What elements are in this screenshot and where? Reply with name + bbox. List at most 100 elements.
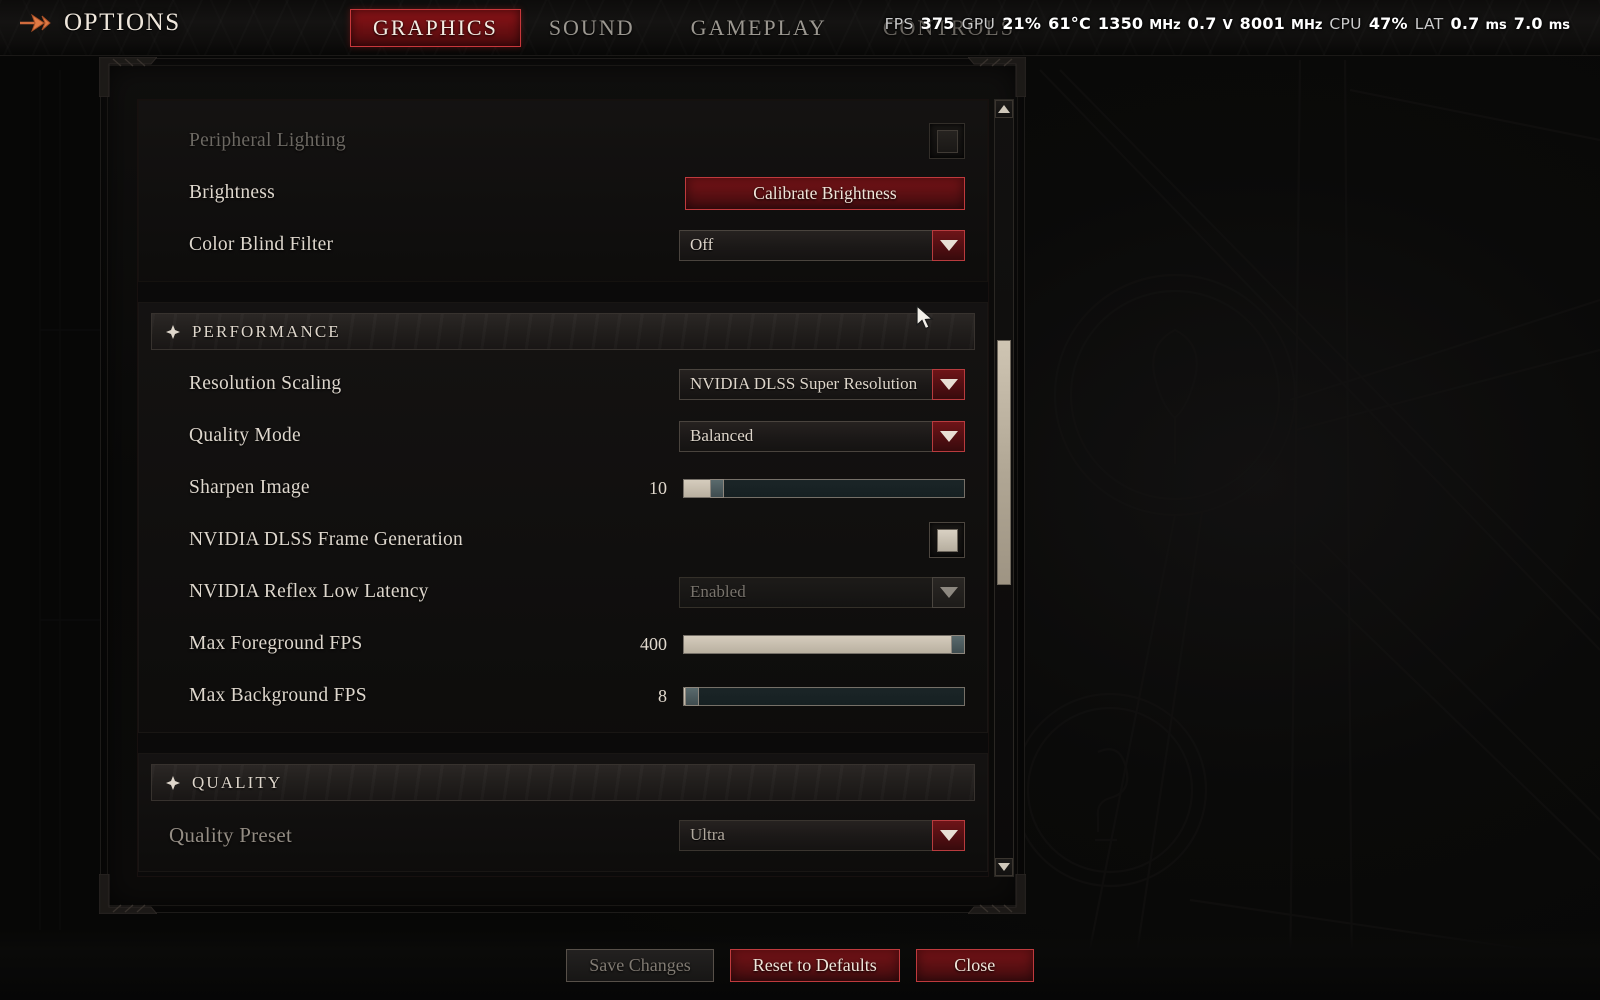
quality-mode-control[interactable]: Balanced (679, 420, 965, 452)
tab-graphics[interactable]: GRAPHICS (350, 9, 521, 47)
nvidia-reflex-low-latency-label: NVIDIA Reflex Low Latency (189, 581, 429, 602)
slider-thumb[interactable] (685, 686, 699, 706)
mem-clock-unit: MHz (1291, 18, 1323, 33)
chevron-down-icon[interactable] (932, 229, 965, 261)
resolution-scaling-value: NVIDIA DLSS Super Resolution (690, 374, 918, 393)
close-button[interactable]: Close (915, 948, 1034, 982)
row-nvidia-reflex-low-latency[interactable]: NVIDIA Reflex Low Latency Enabled (139, 566, 987, 618)
max-background-fps-slider[interactable] (683, 686, 965, 706)
resolution-scaling-control[interactable]: NVIDIA DLSS Super Resolution (679, 368, 965, 400)
slider-fill (684, 479, 712, 497)
quality-preset-control[interactable]: Ultra (679, 819, 965, 851)
resolution-scaling-dropdown[interactable]: NVIDIA DLSS Super Resolution (679, 368, 965, 400)
chevron-down-icon[interactable] (932, 819, 965, 851)
quality-mode-label: Quality Mode (189, 425, 301, 446)
quality-preset-dropdown[interactable]: Ultra (679, 819, 965, 851)
max-foreground-fps-value: 400 (640, 633, 667, 654)
mem-clock-group: 8001 MHz (1240, 14, 1323, 33)
row-quality-mode[interactable]: Quality Mode Balanced (139, 410, 987, 462)
calibrate-brightness-button[interactable]: Calibrate Brightness (685, 176, 965, 210)
scrollbar-thumb[interactable] (997, 340, 1011, 585)
latency-render-unit: ms (1485, 18, 1507, 33)
row-resolution-scaling[interactable]: Resolution Scaling NVIDIA DLSS Super Res… (139, 358, 987, 410)
settings-group-performance: PERFORMANCE Resolution Scaling NVIDIA DL… (138, 302, 988, 733)
sharpen-image-label: Sharpen Image (189, 477, 310, 498)
tab-gameplay[interactable]: GAMEPLAY (663, 9, 855, 47)
latency-render-group: 0.7 ms (1451, 14, 1507, 33)
peripheral-lighting-control[interactable] (929, 123, 965, 159)
row-quality-preset[interactable]: Quality Preset Ultra (139, 809, 987, 861)
tab-sound[interactable]: SOUND (521, 9, 663, 47)
max-background-fps-label: Max Background FPS (189, 685, 367, 706)
gpu-label: GPU (961, 15, 996, 33)
gpu-voltage: 0.7 (1187, 14, 1217, 33)
chevron-down-icon[interactable] (932, 576, 965, 608)
scroll-up-button[interactable] (995, 100, 1013, 118)
brightness-control[interactable]: Calibrate Brightness (685, 176, 965, 210)
peripheral-lighting-checkbox[interactable] (929, 123, 965, 159)
max-background-fps-value: 8 (658, 685, 667, 706)
row-max-foreground-fps[interactable]: Max Foreground FPS 400 (139, 618, 987, 670)
quality-section-header: QUALITY (151, 764, 975, 801)
latency-render: 0.7 (1450, 14, 1480, 33)
row-color-blind-filter[interactable]: Color Blind Filter Off (139, 219, 987, 271)
row-brightness[interactable]: Brightness Calibrate Brightness (139, 167, 987, 219)
chevron-down-icon (998, 863, 1010, 871)
page-title: OPTIONS (64, 9, 181, 36)
quality-preset-label: Quality Preset (169, 822, 293, 847)
reset-to-defaults-button[interactable]: Reset to Defaults (729, 948, 900, 982)
top-bar: OPTIONS GRAPHICS SOUND GAMEPLAY CONTROLS… (0, 0, 1600, 56)
mem-clock: 8001 (1239, 14, 1286, 33)
resolution-scaling-label: Resolution Scaling (189, 373, 342, 394)
gpu-temp: 61°C (1048, 14, 1091, 33)
quality-mode-dropdown[interactable]: Balanced (679, 420, 965, 452)
nvidia-dlss-frame-generation-control[interactable] (929, 522, 965, 558)
nvidia-reflex-low-latency-dropdown[interactable]: Enabled (679, 576, 965, 608)
slider-thumb[interactable] (950, 634, 965, 654)
latency-total-unit: ms (1548, 18, 1570, 33)
options-screen: OPTIONS GRAPHICS SOUND GAMEPLAY CONTROLS… (0, 0, 1600, 1000)
sharpen-image-control[interactable]: 10 (625, 478, 965, 499)
gpu-voltage-group: 0.7 V (1188, 14, 1233, 33)
max-foreground-fps-slider[interactable] (683, 634, 965, 654)
performance-overlay: FPS 375 GPU 21% 61°C 1350 MHz 0.7 V 8001 MH… (885, 14, 1570, 33)
double-arrow-icon (20, 13, 51, 33)
frame-corner-ornament (99, 57, 157, 97)
diamond-bullet-icon (166, 324, 180, 339)
chevron-down-icon[interactable] (932, 420, 965, 452)
slider-thumb[interactable] (710, 478, 724, 498)
sharpen-image-slider[interactable] (683, 478, 965, 498)
latency-total-group: 7.0 ms (1514, 14, 1570, 33)
gpu-clock: 1350 (1097, 14, 1144, 33)
chevron-down-icon[interactable] (932, 368, 965, 400)
scroll-down-button[interactable] (995, 858, 1013, 876)
row-sharpen-image[interactable]: Sharpen Image 10 (139, 462, 987, 514)
latency-total: 7.0 (1513, 14, 1543, 33)
settings-scrollbar[interactable] (994, 99, 1014, 877)
color-blind-filter-dropdown[interactable]: Off (679, 229, 965, 261)
max-background-fps-control[interactable]: 8 (625, 686, 965, 707)
color-blind-filter-control[interactable]: Off (679, 229, 965, 261)
row-peripheral-lighting[interactable]: Peripheral Lighting (139, 115, 987, 167)
nvidia-reflex-low-latency-value: Enabled (690, 582, 746, 601)
row-nvidia-dlss-frame-generation[interactable]: NVIDIA DLSS Frame Generation (139, 514, 987, 566)
nvidia-reflex-low-latency-control[interactable]: Enabled (679, 576, 965, 608)
settings-group-quality: QUALITY Quality Preset Ultra (138, 753, 988, 872)
row-max-background-fps[interactable]: Max Background FPS 8 (139, 670, 987, 722)
fps-label: FPS (884, 15, 914, 33)
sharpen-image-value: 10 (649, 477, 667, 498)
performance-section-title: PERFORMANCE (192, 321, 341, 341)
nvidia-dlss-frame-generation-checkbox[interactable] (929, 522, 965, 558)
nvidia-dlss-frame-generation-label: NVIDIA DLSS Frame Generation (189, 529, 463, 550)
save-changes-button[interactable]: Save Changes (566, 948, 714, 982)
max-foreground-fps-control[interactable]: 400 (625, 634, 965, 655)
quality-preset-value: Ultra (690, 825, 725, 844)
frame-corner-ornament (99, 874, 157, 914)
fps-value: 375 (920, 14, 955, 33)
cpu-usage: 47% (1368, 14, 1408, 33)
frame-corner-ornament (968, 874, 1026, 914)
quality-section-title: QUALITY (192, 772, 283, 792)
settings-scroll-area[interactable]: Peripheral Lighting Brightness Calibrate… (137, 99, 989, 877)
settings-group-display: Peripheral Lighting Brightness Calibrate… (138, 100, 988, 282)
cpu-label: CPU (1329, 15, 1362, 33)
